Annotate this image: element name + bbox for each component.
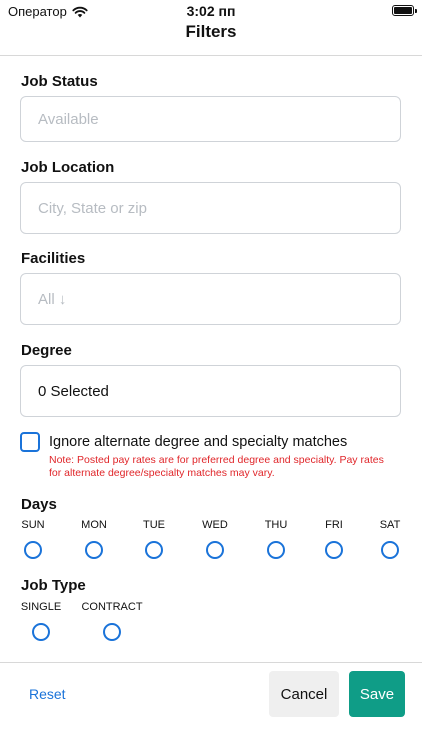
footer-divider [0, 662, 422, 663]
save-button[interactable]: Save [349, 671, 405, 717]
job-status-label: Job Status [21, 73, 98, 90]
job-type-label: Job Type [21, 577, 86, 594]
ignore-alternate-checkbox[interactable] [20, 432, 40, 452]
day-label-tue: TUE [143, 519, 165, 531]
day-radio-mon[interactable] [85, 541, 103, 559]
status-bar: Оператор 3:02 пп [0, 0, 422, 22]
day-label-sat: SAT [379, 519, 401, 531]
day-radio-thu[interactable] [267, 541, 285, 559]
day-radio-fri[interactable] [325, 541, 343, 559]
ignore-alternate-label[interactable]: Ignore alternate degree and specialty ma… [49, 434, 347, 450]
job-location-input[interactable]: City, State or zip [20, 182, 401, 234]
day-label-thu: THU [264, 519, 288, 531]
job-type-radio-single[interactable] [32, 623, 50, 641]
cancel-button[interactable]: Cancel [269, 671, 339, 717]
page-title: Filters [185, 22, 237, 41]
day-radio-tue[interactable] [145, 541, 163, 559]
ignore-alternate-row[interactable]: Ignore alternate degree and specialty ma… [20, 432, 347, 452]
filters-form[interactable]: Job Status Available Job Location City, … [0, 56, 422, 662]
battery-icon [392, 5, 417, 16]
day-label-mon: MON [81, 519, 107, 531]
day-radio-sat[interactable] [381, 541, 399, 559]
job-status-field[interactable]: Available [20, 96, 401, 142]
facilities-label: Facilities [21, 250, 86, 267]
day-label-wed: WED [202, 519, 228, 531]
degree-label: Degree [21, 342, 72, 359]
clock: 3:02 пп [186, 3, 236, 19]
days-label: Days [21, 496, 57, 513]
day-radio-sun[interactable] [24, 541, 42, 559]
job-location-label: Job Location [21, 159, 115, 176]
degree-selector[interactable]: 0 Selected [20, 365, 401, 417]
job-type-label-contract: CONTRACT [81, 601, 143, 613]
job-type-label-single: SINGLE [20, 601, 62, 613]
job-type-radio-contract[interactable] [103, 623, 121, 641]
reset-button[interactable]: Reset [29, 686, 66, 702]
day-label-sun: SUN [21, 519, 45, 531]
facilities-dropdown[interactable]: All ↓ [20, 273, 401, 325]
day-radio-wed[interactable] [206, 541, 224, 559]
day-label-fri: FRI [325, 519, 343, 531]
pay-rate-note: Note: Posted pay rates are for preferred… [49, 454, 384, 479]
